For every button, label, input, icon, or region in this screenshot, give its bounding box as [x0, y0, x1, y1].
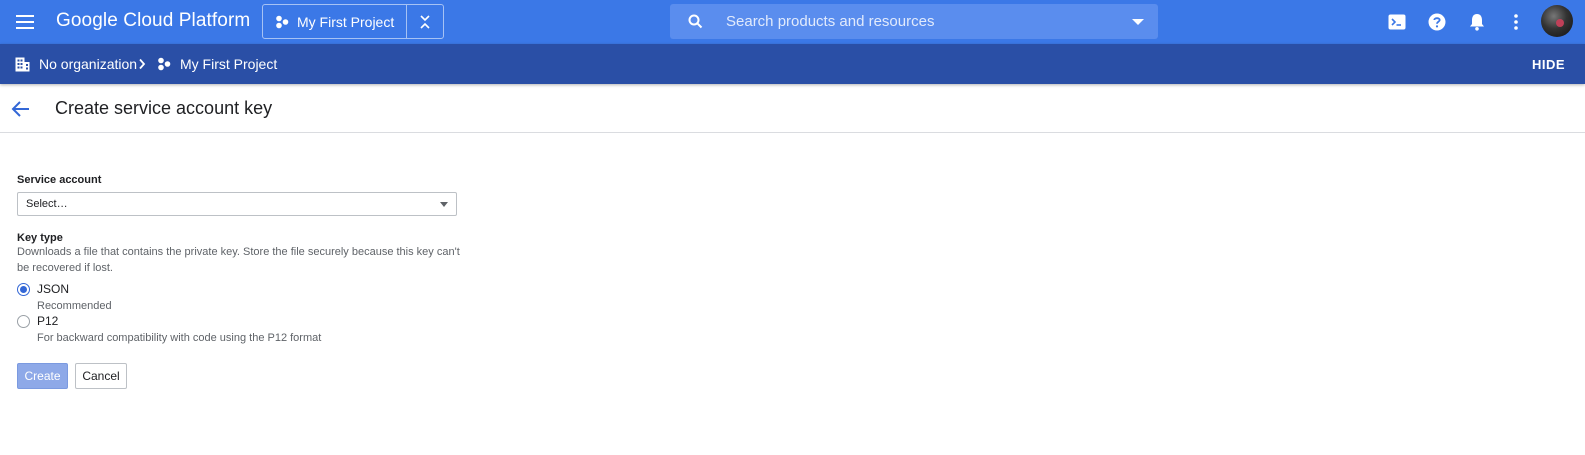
project-switch-button[interactable]	[407, 5, 443, 38]
service-account-value: Select…	[26, 198, 68, 210]
radio-p12-label: P12	[37, 314, 59, 328]
key-type-help: Downloads a file that contains the priva…	[17, 246, 460, 274]
search-bar	[670, 4, 1158, 39]
radio-p12[interactable]: P12	[17, 314, 58, 328]
project-name: My First Project	[297, 13, 395, 30]
search-icon	[688, 14, 703, 29]
radio-p12-control[interactable]	[17, 314, 30, 328]
cloud-shell-icon[interactable]	[1386, 11, 1408, 33]
help-icon[interactable]	[1426, 11, 1448, 33]
page-title: Create service account key	[55, 98, 273, 118]
app-bar: Google Cloud Platform My First Project	[0, 0, 1585, 44]
project-select-button[interactable]: My First Project	[263, 5, 407, 38]
project-dots-icon	[276, 15, 289, 28]
create-button[interactable]: Create	[17, 363, 68, 389]
radio-json-description: Recommended	[37, 300, 112, 312]
radio-json[interactable]: JSON	[17, 282, 69, 296]
project-dots-icon	[158, 57, 171, 71]
chevron-right-icon	[138, 44, 146, 84]
search-input[interactable]	[726, 4, 1106, 39]
arrow-back-icon[interactable]	[10, 98, 32, 120]
page-header: Create service account key	[0, 84, 1585, 133]
more-vert-icon[interactable]	[1505, 11, 1527, 33]
radio-json-control[interactable]	[17, 282, 30, 296]
breadcrumb-organization-label: No organization	[39, 56, 138, 72]
radio-json-label: JSON	[37, 282, 70, 296]
brand-title[interactable]: Google Cloud Platform	[56, 10, 250, 32]
avatar[interactable]	[1541, 5, 1573, 37]
hide-button[interactable]: HIDE	[1532, 44, 1565, 84]
breadcrumb-project-label: My First Project	[180, 56, 278, 72]
breadcrumb: No organization My First Project HIDE	[0, 44, 1585, 84]
project-picker: My First Project	[262, 4, 444, 39]
project-switch-icon	[420, 14, 430, 29]
service-account-label: Service account	[17, 174, 102, 186]
search-dropdown-icon[interactable]	[1132, 19, 1144, 25]
breadcrumb-organization[interactable]: No organization	[15, 44, 137, 84]
cancel-button[interactable]: Cancel	[75, 363, 127, 389]
breadcrumb-project[interactable]: My First Project	[157, 44, 277, 84]
caret-down-icon	[440, 202, 448, 207]
menu-icon[interactable]	[14, 11, 36, 33]
notifications-icon[interactable]	[1466, 11, 1488, 33]
key-type-label: Key type	[17, 232, 63, 244]
organization-icon	[15, 57, 30, 71]
service-account-select[interactable]: Select…	[17, 192, 457, 216]
radio-p12-description: For backward compatibility with code usi…	[37, 332, 322, 344]
